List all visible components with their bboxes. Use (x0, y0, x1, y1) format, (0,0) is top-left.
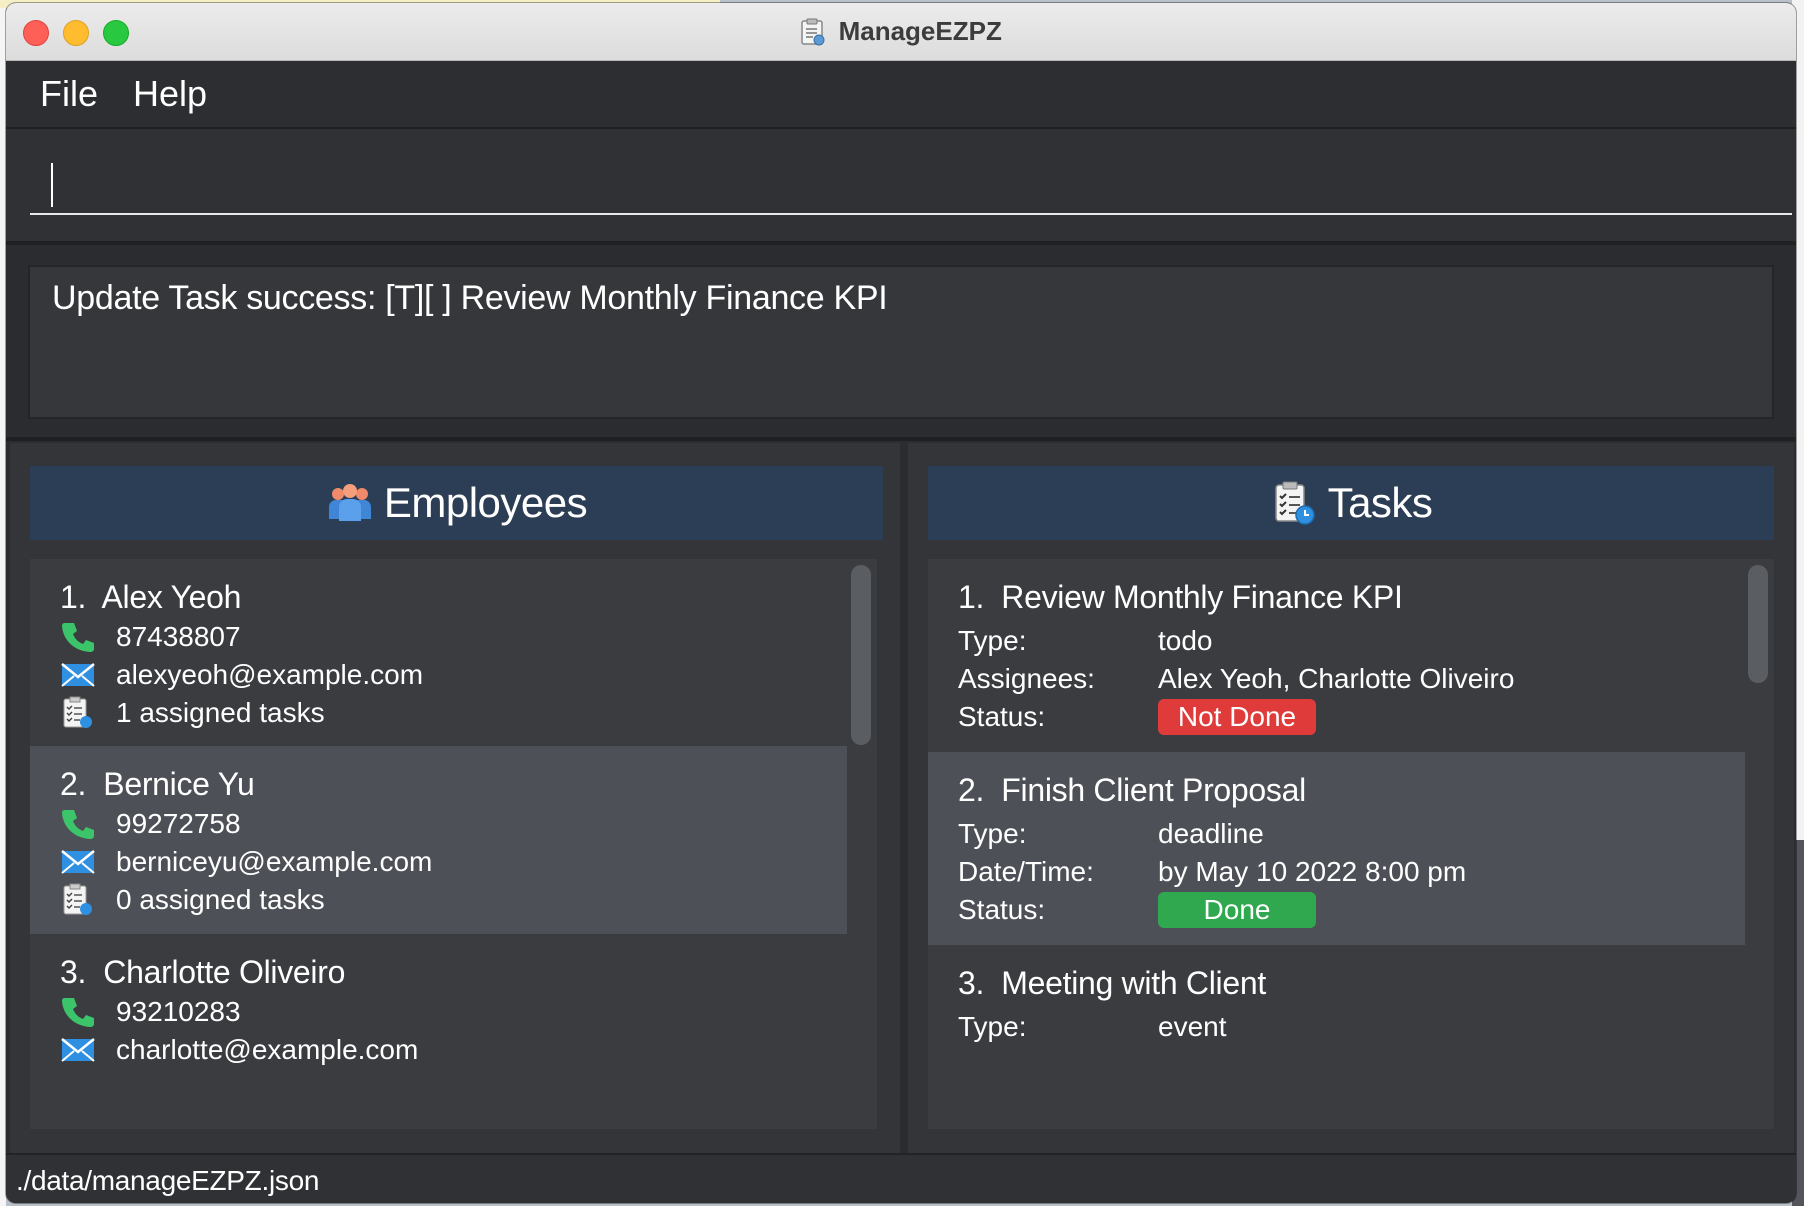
phone-icon (62, 810, 94, 839)
employee-email-row: berniceyu@example.com (60, 842, 432, 882)
employee-phone-row: 87438807 (60, 617, 241, 657)
phone-icon (62, 998, 94, 1027)
employee-index: 1. (60, 579, 87, 615)
tasks-title: Tasks (1327, 479, 1433, 526)
status-badge-not-done: Not Done (1158, 699, 1316, 735)
employee-name: Bernice Yu (103, 766, 255, 802)
menu-bar: File Help (6, 61, 1796, 129)
employee-phone: 99272758 (116, 808, 241, 839)
email-icon (61, 850, 95, 874)
task-type-value: event (1158, 1011, 1227, 1042)
task-list[interactable]: 1. Review Monthly Finance KPI Type: todo… (928, 559, 1774, 1129)
command-box (6, 129, 1796, 245)
tasks-clipboard-icon (1274, 481, 1315, 525)
employee-name-line: 1. Alex Yeoh (60, 579, 241, 616)
employee-task-count: 0 assigned tasks (116, 884, 325, 915)
task-list-scrollbar[interactable] (1748, 565, 1768, 1125)
employees-title: Employees (383, 479, 588, 526)
employee-email: berniceyu@example.com (116, 846, 433, 877)
employee-email: alexyeoh@example.com (116, 659, 424, 690)
task-card[interactable]: 2. Finish Client Proposal Type: deadline… (928, 752, 1745, 945)
employee-tasks-row: 0 assigned tasks (60, 880, 325, 920)
employee-email-row: alexyeoh@example.com (60, 655, 423, 695)
task-card[interactable]: 1. Review Monthly Finance KPI Type: todo… (928, 559, 1745, 752)
employee-phone-row: 93210283 (60, 992, 241, 1032)
employees-icon (328, 484, 371, 521)
status-badge-done: Done (1158, 892, 1316, 928)
task-index: 3. (958, 965, 985, 1001)
phone-icon (62, 623, 94, 652)
employee-phone-row: 99272758 (60, 804, 241, 844)
command-input[interactable] (30, 155, 1792, 215)
menu-help[interactable]: Help (133, 73, 207, 115)
assigned-tasks-icon (63, 696, 92, 728)
email-icon (61, 1038, 95, 1062)
task-name: Review Monthly Finance KPI (1001, 579, 1403, 615)
employee-phone: 93210283 (116, 996, 241, 1027)
task-name-line: 3. Meeting with Client (958, 965, 1266, 1002)
task-index: 2. (958, 772, 985, 808)
text-caret (51, 163, 53, 207)
employee-index: 3. (60, 954, 87, 990)
result-display-container: Update Task success: [T][ ] Review Month… (6, 245, 1796, 441)
result-message: Update Task success: [T][ ] Review Month… (52, 279, 888, 317)
employee-task-count: 1 assigned tasks (116, 697, 325, 728)
employee-card[interactable]: 1. Alex Yeoh 87438807 alexyeoh@example.c… (30, 559, 847, 746)
employees-panel: Employees 1. Alex Yeoh 87438807 alexyeoh… (10, 443, 900, 1153)
task-status-label: Status: (958, 701, 1046, 732)
app-clipboard-icon (801, 18, 825, 45)
task-assignees-value: Alex Yeoh, Charlotte Oliveiro (1158, 663, 1515, 694)
employee-list-scrollbar[interactable] (851, 565, 871, 1125)
employee-name: Alex Yeoh (101, 579, 242, 615)
employee-name-line: 2. Bernice Yu (60, 766, 255, 803)
task-name: Meeting with Client (1001, 965, 1266, 1001)
data-file-path: ./data/manageEZPZ.json (16, 1165, 320, 1196)
task-scrollbar-thumb[interactable] (1748, 565, 1768, 683)
tasks-panel: Tasks 1. Review Monthly Finance KPI Type… (908, 443, 1794, 1153)
task-index: 1. (958, 579, 985, 615)
employee-list[interactable]: 1. Alex Yeoh 87438807 alexyeoh@example.c… (30, 559, 877, 1129)
window-title: ManageEZPZ (838, 16, 1002, 46)
task-card[interactable]: 3. Meeting with Client Type: event (928, 945, 1745, 1129)
status-bar: ./data/manageEZPZ.json (6, 1153, 1796, 1203)
window-title-group: ManageEZPZ (6, 16, 1796, 47)
task-type-label: Type: (958, 625, 1027, 656)
employee-name: Charlotte Oliveiro (103, 954, 346, 990)
menu-file[interactable]: File (40, 73, 98, 115)
result-display[interactable]: Update Task success: [T][ ] Review Month… (28, 265, 1774, 419)
task-datetime-value: by May 10 2022 8:00 pm (1158, 856, 1467, 887)
task-name: Finish Client Proposal (1001, 772, 1306, 808)
employee-email-row: charlotte@example.com (60, 1030, 418, 1070)
task-type-value: todo (1158, 625, 1213, 656)
title-bar[interactable]: ManageEZPZ (6, 3, 1796, 61)
employee-email: charlotte@example.com (116, 1034, 419, 1065)
task-type-value: deadline (1158, 818, 1264, 849)
task-datetime-label: Date/Time: (958, 856, 1094, 887)
email-icon (61, 663, 95, 687)
task-assignees-label: Assignees: (958, 663, 1095, 694)
task-type-label: Type: (958, 1011, 1027, 1042)
task-status-label: Status: (958, 894, 1046, 925)
employee-name-line: 3. Charlotte Oliveiro (60, 954, 345, 991)
tasks-header: Tasks (928, 466, 1774, 540)
app-window: ManageEZPZ File Help Update Task success… (6, 3, 1796, 1203)
employee-index: 2. (60, 766, 87, 802)
employee-scrollbar-thumb[interactable] (851, 565, 871, 745)
task-type-label: Type: (958, 818, 1027, 849)
employees-header: Employees (30, 466, 883, 540)
task-name-line: 1. Review Monthly Finance KPI (958, 579, 1403, 616)
employee-card[interactable]: 3. Charlotte Oliveiro 93210283 charlotte… (30, 934, 847, 1129)
assigned-tasks-icon (63, 883, 92, 915)
employee-phone: 87438807 (116, 621, 241, 652)
employee-tasks-row: 1 assigned tasks (60, 693, 325, 733)
task-name-line: 2. Finish Client Proposal (958, 772, 1306, 809)
employee-card[interactable]: 2. Bernice Yu 99272758 berniceyu@example… (30, 746, 847, 934)
